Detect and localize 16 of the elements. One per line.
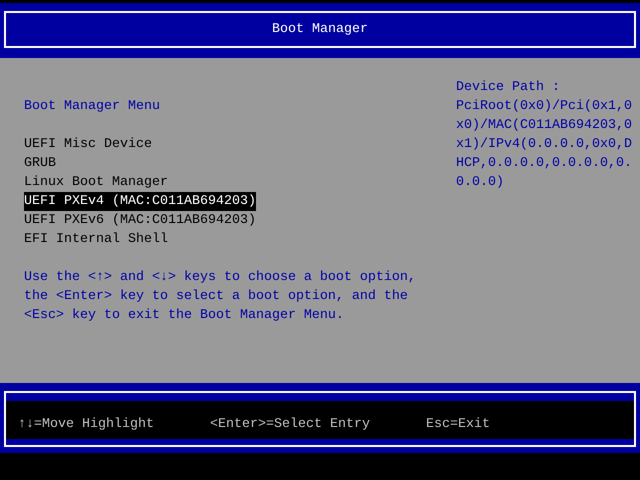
boot-option[interactable]: Linux Boot Manager: [24, 173, 168, 192]
menu-title: Boot Manager Menu: [24, 98, 161, 116]
boot-option[interactable]: EFI Internal Shell: [24, 230, 168, 249]
window-title: Boot Manager: [272, 21, 368, 39]
device-path-label: Device Path :: [456, 79, 561, 97]
help-text: <Esc> key to exit the Boot Manager Menu.: [24, 307, 345, 325]
device-path-value: PciRoot(0x0)/Pci(0x1,0x0)/MAC(C011AB694203,0x1)/IPv4(0.0.0.0,0x0,DHCP,0.0.0.0,0.0.0.0,0.0.0.0): [456, 98, 632, 192]
boot-option[interactable]: GRUB: [24, 154, 56, 173]
key-hint: ↑↓=Move Highlight: [18, 416, 154, 434]
boot-option[interactable]: UEFI PXEv6 (MAC:C011AB694203): [24, 211, 256, 230]
boot-option[interactable]: UEFI PXEv4 (MAC:C011AB694203): [24, 192, 256, 211]
help-text: Use the <↑> and <↓> keys to choose a boot option,: [24, 269, 417, 287]
help-text: the <Enter> key to select a boot option, and the: [24, 288, 409, 306]
key-hint: Esc=Exit: [426, 416, 490, 434]
key-hint: <Enter>=Select Entry: [210, 416, 370, 434]
boot-option[interactable]: UEFI Misc Device: [24, 135, 152, 154]
